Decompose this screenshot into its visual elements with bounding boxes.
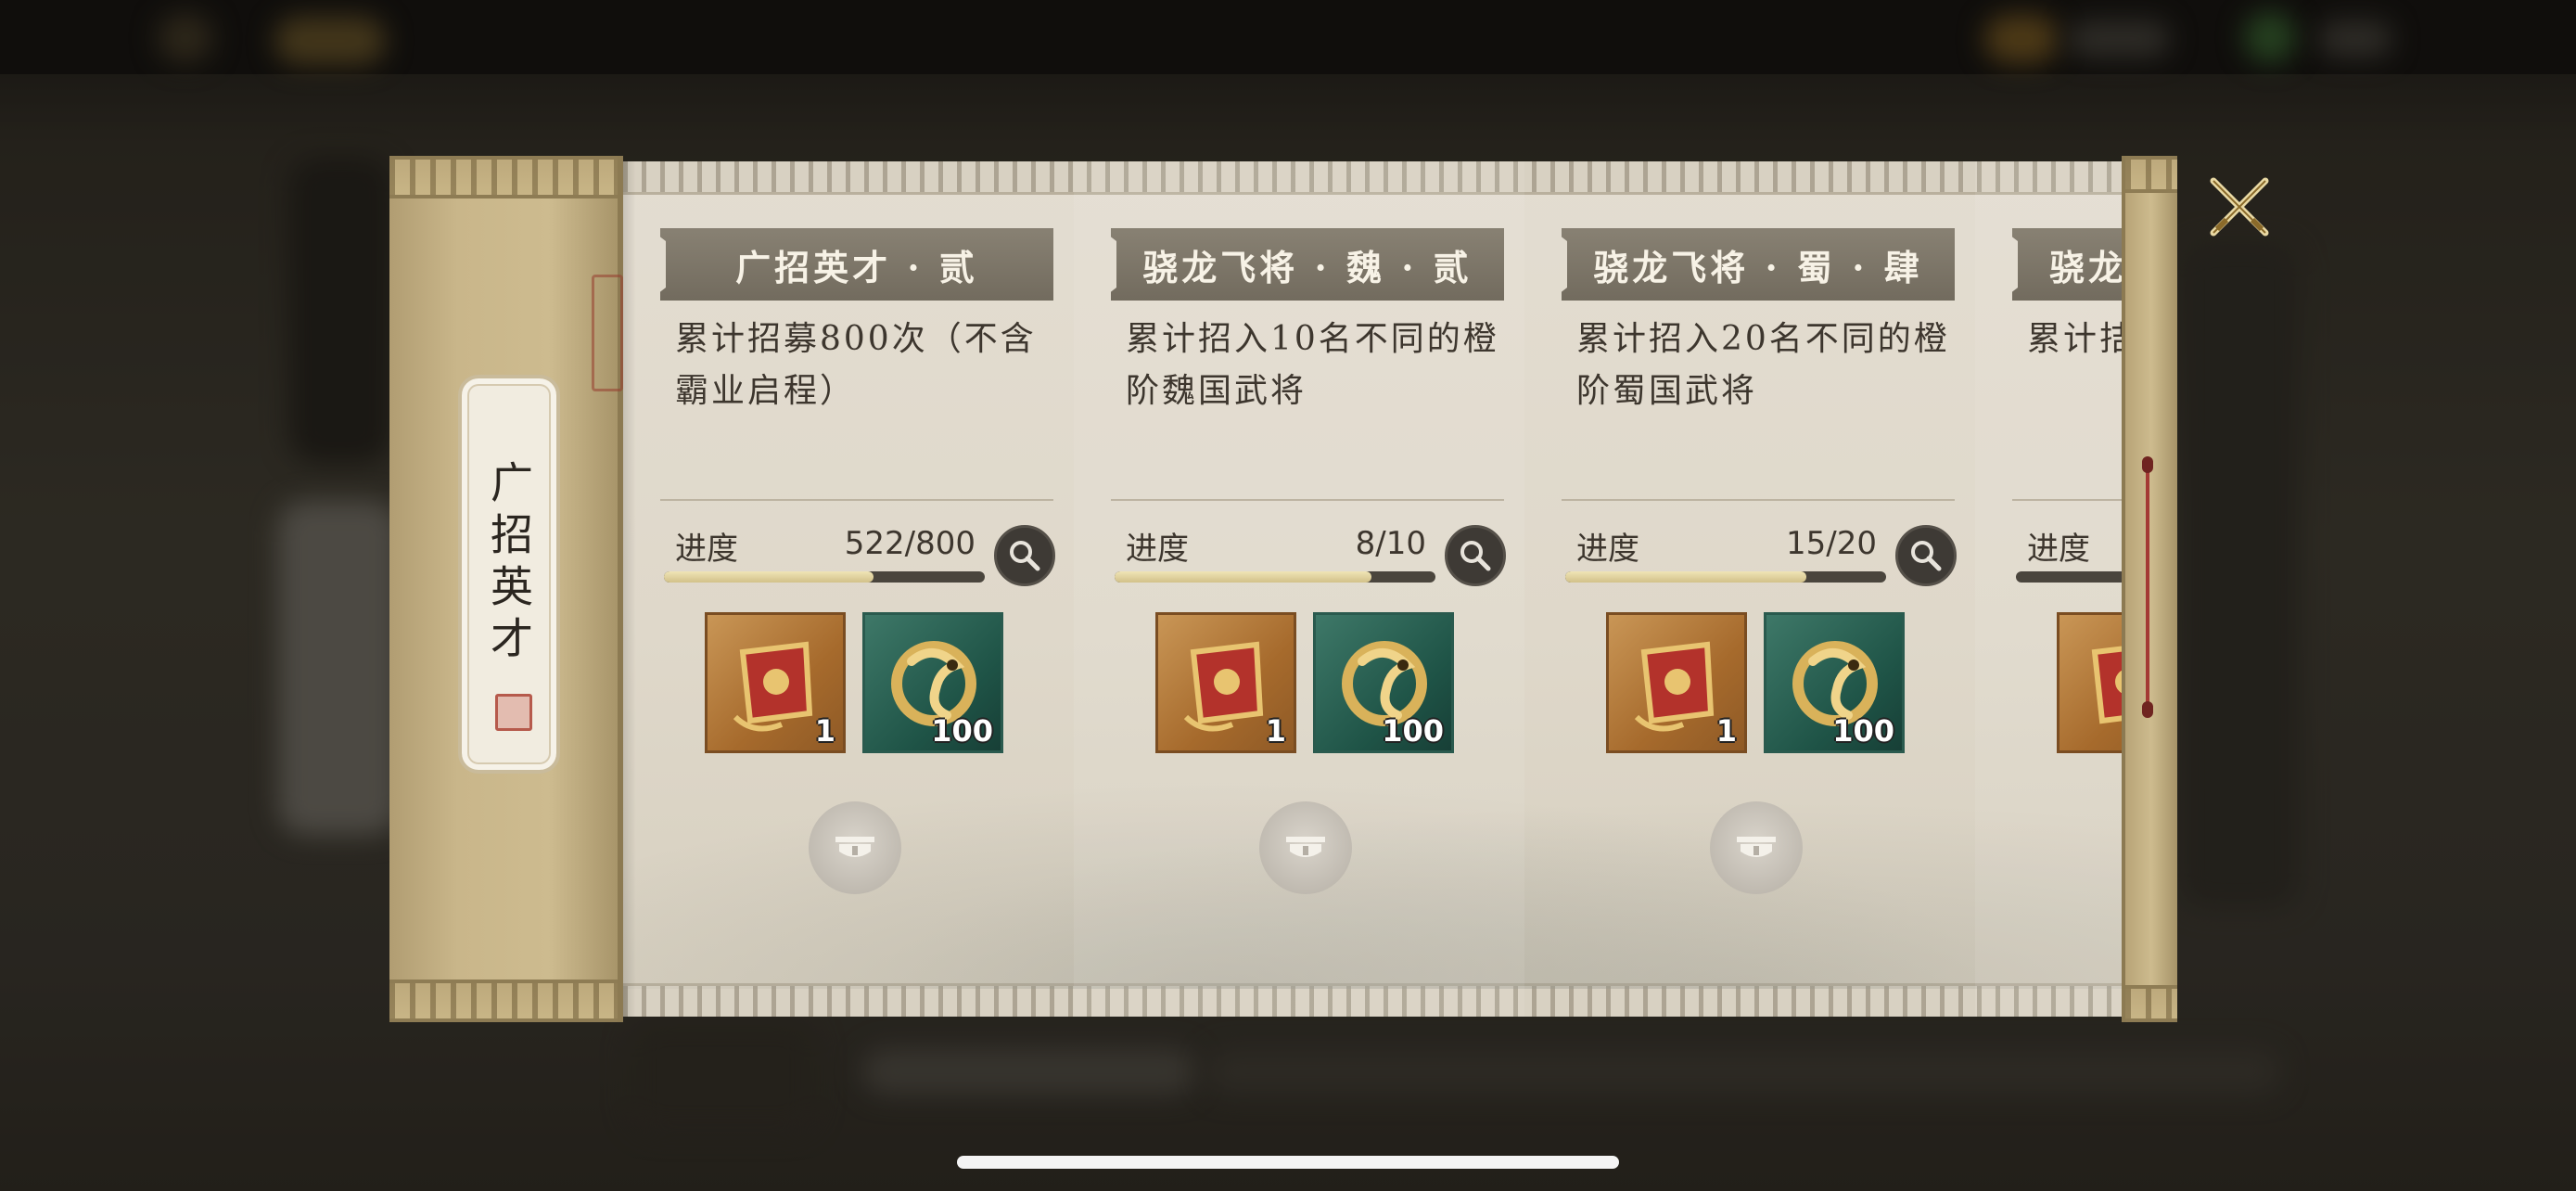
reward-quantity: 100 <box>1832 713 1894 749</box>
home-indicator[interactable] <box>957 1156 1619 1169</box>
treasure-chest-icon <box>835 837 874 857</box>
category-title: 广招英才 <box>484 460 534 668</box>
achievement-scroll-panel: 广招英才 广招英才 · 贰 累计招募800次（不含霸业启程） 进度 522/80… <box>389 156 2177 1022</box>
roller-fret-bottom <box>2125 985 2177 1022</box>
scroll-left-roller: 广招英才 <box>389 156 623 1022</box>
progress-value: 15/20 <box>1786 525 1877 562</box>
scrollbar-rail <box>2146 462 2149 712</box>
progress-value: 8/10 <box>1355 525 1426 562</box>
scrollbar-cap-top <box>2142 456 2153 473</box>
achievement-card: 骁龙 累计拮阶吴国 进度 <box>1975 161 2122 1017</box>
achievement-card: 骁龙飞将 · 魏 · 贰 累计招入10名不同的橙阶魏国武将 进度 8/10 1 … <box>1074 161 1524 1017</box>
category-tablet: 广招英才 <box>458 375 560 774</box>
search-icon <box>1911 541 1942 571</box>
fret-border-top <box>389 156 618 198</box>
vertical-seal-mark <box>592 275 623 391</box>
progress-fill <box>664 571 874 583</box>
progress-value: 522/800 <box>844 525 976 562</box>
card-divider <box>1562 499 1955 501</box>
reward-list: 1 100 <box>1155 612 1454 753</box>
reward-list <box>2057 612 2122 753</box>
card-divider <box>660 499 1053 501</box>
progress-label: 进度 <box>2027 531 2090 568</box>
reward-quantity: 1 <box>1715 713 1737 749</box>
reward-quantity: 100 <box>1382 713 1444 749</box>
fret-border-bottom <box>389 980 618 1022</box>
claim-reward-button[interactable] <box>809 801 901 894</box>
red-banner-token-icon <box>2091 646 2122 724</box>
search-icon <box>1460 541 1491 571</box>
reward-item[interactable]: 1 <box>705 612 846 753</box>
progress-bar <box>2016 571 2122 583</box>
reward-item[interactable]: 100 <box>1313 612 1454 753</box>
reward-quantity: 1 <box>814 713 835 749</box>
progress-bar <box>664 571 985 583</box>
reward-item[interactable]: 100 <box>1764 612 1905 753</box>
card-description: 累计招入20名不同的橙阶蜀国武将 <box>1576 320 1950 410</box>
reward-quantity: 1 <box>1265 713 1286 749</box>
treasure-chest-icon <box>1737 837 1776 857</box>
card-divider <box>2012 499 2122 501</box>
achievement-card: 骁龙飞将 · 蜀 · 肆 累计招入20名不同的橙阶蜀国武将 进度 15/20 1… <box>1524 161 1975 1017</box>
card-divider <box>1111 499 1504 501</box>
magnifier-button[interactable] <box>1895 525 1957 586</box>
progress-label: 进度 <box>675 531 738 568</box>
scrollbar-cap-bottom <box>2142 701 2153 718</box>
reward-item[interactable]: 1 <box>1606 612 1747 753</box>
card-title-banner: 骁龙飞将 · 蜀 · 肆 <box>1562 228 1955 301</box>
progress-fill <box>1565 571 1806 583</box>
reward-item[interactable] <box>2057 612 2122 753</box>
reward-quantity: 100 <box>931 713 993 749</box>
search-icon <box>1010 541 1040 571</box>
progress-bar <box>1565 571 1886 583</box>
reward-list: 1 100 <box>1606 612 1905 753</box>
roller-fret-top <box>2125 156 2177 193</box>
vertical-scrollbar[interactable] <box>2142 456 2153 718</box>
card-title-banner: 广招英才 · 贰 <box>660 228 1053 301</box>
card-description: 累计拮阶吴国 <box>2027 320 2122 358</box>
card-title-banner: 骁龙 <box>2012 228 2122 301</box>
red-seal-stamp-icon <box>495 694 532 731</box>
progress-fill <box>1115 571 1371 583</box>
achievement-card: 广招英才 · 贰 累计招募800次（不含霸业启程） 进度 522/800 1 1… <box>623 161 1074 1017</box>
claim-reward-button[interactable] <box>1259 801 1352 894</box>
progress-label: 进度 <box>1126 531 1189 568</box>
card-description: 累计招募800次（不含霸业启程） <box>675 320 1037 410</box>
progress-label: 进度 <box>1576 531 1639 568</box>
progress-bar <box>1115 571 1435 583</box>
reward-item[interactable]: 100 <box>862 612 1003 753</box>
close-button[interactable] <box>2200 167 2279 247</box>
reward-list: 1 100 <box>705 612 1003 753</box>
reward-item[interactable]: 1 <box>1155 612 1296 753</box>
crossed-swords-close-icon <box>2210 177 2269 237</box>
treasure-chest-icon <box>1286 837 1325 857</box>
magnifier-button[interactable] <box>994 525 1055 586</box>
scroll-paper: 广招英才 · 贰 累计招募800次（不含霸业启程） 进度 522/800 1 1… <box>623 161 2122 1017</box>
magnifier-button[interactable] <box>1445 525 1506 586</box>
card-title-banner: 骁龙飞将 · 魏 · 贰 <box>1111 228 1504 301</box>
card-description: 累计招入10名不同的橙阶魏国武将 <box>1126 320 1499 410</box>
claim-reward-button[interactable] <box>1710 801 1803 894</box>
